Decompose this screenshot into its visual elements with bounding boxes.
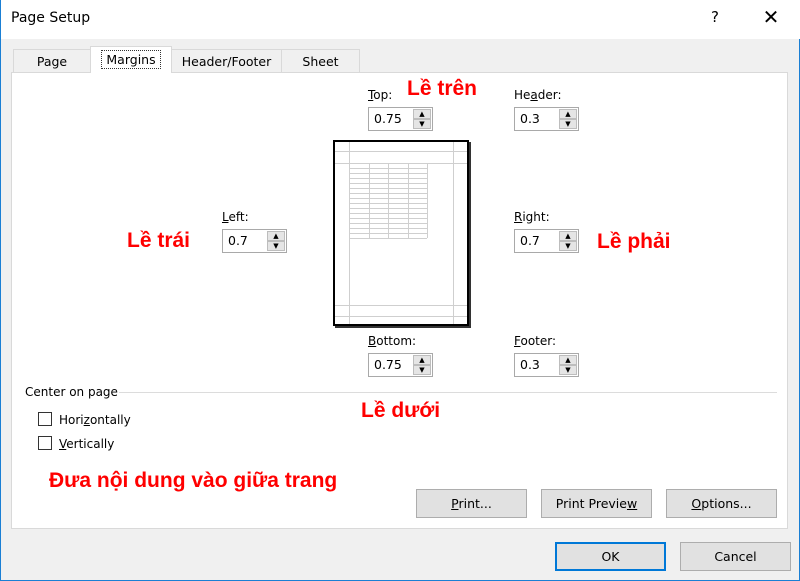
bottom-input[interactable]: 0.75 — [369, 354, 413, 376]
horizontally-checkbox[interactable] — [38, 412, 52, 426]
footer-up-arrow-icon[interactable]: ▲ — [559, 355, 577, 365]
grid-line — [349, 213, 427, 214]
grid-line — [407, 163, 409, 238]
tab-label: Margins — [101, 50, 161, 69]
ok-button[interactable]: OK — [555, 542, 666, 571]
footer-label: Footer: — [514, 334, 557, 348]
annotation-left: Lề trái — [127, 229, 191, 252]
grid-line — [349, 193, 427, 194]
top-label: Top: — [368, 88, 393, 102]
center-on-page-label: Center on page — [25, 385, 118, 399]
grid-line — [349, 163, 427, 164]
header-label: Header: — [514, 88, 562, 102]
help-button[interactable]: ? — [707, 8, 723, 26]
tab-header-footer[interactable]: Header/Footer — [171, 49, 282, 73]
margin-guide — [453, 142, 454, 324]
vertically-checkbox[interactable] — [38, 436, 52, 450]
grid-line — [368, 163, 370, 238]
dialog-title: Page Setup — [11, 10, 91, 26]
grid-line — [349, 183, 427, 184]
grid-line — [349, 208, 427, 209]
footer-input[interactable]: 0.3 — [515, 354, 559, 376]
vertically-label: Vertically — [59, 437, 115, 451]
right-spinner: 0.7 ▲ ▼ — [514, 229, 579, 253]
page-setup-dialog: Page Setup ? ✕ Page Margins Header/Foote… — [0, 0, 800, 581]
grid-line — [349, 178, 427, 179]
top-down-arrow-icon[interactable]: ▼ — [413, 119, 431, 129]
annotation-bottom: Lề dưới — [361, 399, 441, 422]
page-preview — [333, 140, 469, 326]
bottom-up-arrow-icon[interactable]: ▲ — [413, 355, 431, 365]
close-button[interactable]: ✕ — [761, 5, 781, 29]
left-up-arrow-icon[interactable]: ▲ — [267, 231, 285, 241]
bottom-spinner: 0.75 ▲ ▼ — [368, 353, 433, 377]
bottom-label: Bottom: — [368, 334, 417, 348]
title-bar: Page Setup ? ✕ — [1, 0, 800, 39]
footer-spinner: 0.3 ▲ ▼ — [514, 353, 579, 377]
top-up-arrow-icon[interactable]: ▲ — [413, 109, 431, 119]
grid-line — [349, 198, 427, 199]
annotation-top: Lề trên — [407, 77, 478, 100]
grid-line — [349, 203, 427, 204]
grid-line — [349, 173, 427, 174]
print-button[interactable]: Print... — [416, 489, 527, 518]
left-input[interactable]: 0.7 — [223, 230, 267, 252]
cancel-button[interactable]: Cancel — [680, 542, 791, 571]
right-input[interactable]: 0.7 — [515, 230, 559, 252]
tab-page[interactable]: Page — [13, 49, 91, 73]
bottom-down-arrow-icon[interactable]: ▼ — [413, 365, 431, 375]
top-input[interactable]: 0.75 — [369, 108, 413, 130]
right-up-arrow-icon[interactable]: ▲ — [559, 231, 577, 241]
grid-line — [349, 223, 427, 224]
top-spinner: 0.75 ▲ ▼ — [368, 107, 433, 131]
header-up-arrow-icon[interactable]: ▲ — [559, 109, 577, 119]
grid-line — [349, 238, 427, 239]
left-down-arrow-icon[interactable]: ▼ — [267, 241, 285, 251]
grid-line — [349, 228, 427, 229]
grid-line — [349, 188, 427, 189]
margin-guide — [335, 305, 467, 306]
options-button[interactable]: Options... — [666, 489, 777, 518]
right-down-arrow-icon[interactable]: ▼ — [559, 241, 577, 251]
margin-guide — [335, 316, 467, 317]
margin-guide — [335, 151, 467, 152]
header-input[interactable]: 0.3 — [515, 108, 559, 130]
left-spinner: 0.7 ▲ ▼ — [222, 229, 287, 253]
header-down-arrow-icon[interactable]: ▼ — [559, 119, 577, 129]
tab-sheet[interactable]: Sheet — [281, 49, 360, 73]
grid-line — [388, 163, 389, 238]
grid-line — [349, 168, 427, 169]
footer-down-arrow-icon[interactable]: ▼ — [559, 365, 577, 375]
right-label: Right: — [514, 210, 550, 224]
tab-margins[interactable]: Margins — [90, 46, 172, 73]
grid-line — [349, 233, 427, 234]
left-label: Left: — [222, 210, 249, 224]
annotation-center: Đưa nội dung vào giữa trang — [49, 469, 338, 492]
horizontally-label: Horizontally — [59, 413, 131, 427]
grid-line — [349, 218, 427, 219]
header-spinner: 0.3 ▲ ▼ — [514, 107, 579, 131]
grid-line — [427, 163, 428, 238]
group-divider — [119, 392, 777, 393]
annotation-right: Lề phải — [597, 230, 671, 253]
print-preview-button[interactable]: Print Preview — [541, 489, 652, 518]
grid-line — [349, 163, 350, 238]
